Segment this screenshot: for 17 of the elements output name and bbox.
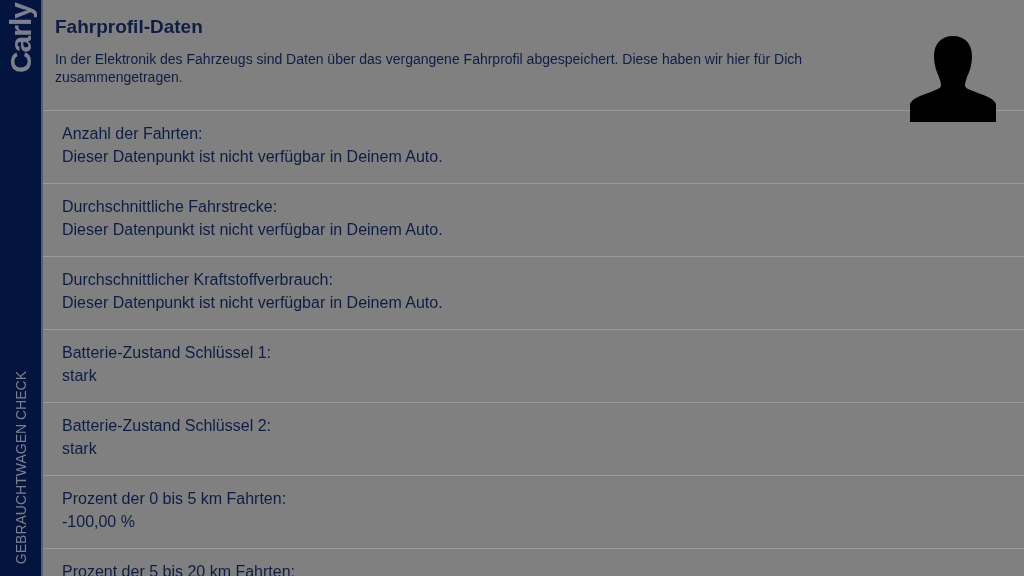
app-caption: GEBRAUCHTWAGEN CHECK — [11, 370, 30, 564]
data-value: stark — [62, 439, 98, 459]
data-label: Batterie-Zustand Schlüssel 2: — [62, 416, 272, 436]
data-label: Prozent der 0 bis 5 km Fahrten: — [62, 489, 288, 509]
data-value: -100,00 % — [62, 512, 136, 532]
data-label: Batterie-Zustand Schlüssel 1: — [62, 343, 272, 363]
person-silhouette-icon — [910, 36, 996, 122]
data-value: Dieser Datenpunkt ist nicht verfügbar in Deinem Auto. — [62, 147, 444, 167]
data-label: Anzahl der Fahrten: — [62, 124, 204, 144]
data-label: Durchschnittliche Fahrstrecke: — [62, 197, 279, 217]
data-value: stark — [62, 366, 98, 386]
data-label: Durchschnittlicher Kraftstoffverbrauch: — [62, 270, 334, 290]
page-title: Fahrprofil-Daten — [55, 15, 204, 39]
app-logo: Carly — [2, 3, 38, 74]
page-description: In der Elektronik des Fahrzeugs sind Daten über das vergangene Fahrprofil abgespeichert. Diese haben wir hier für Dich zusammengetragen. — [55, 50, 804, 86]
data-value: Dieser Datenpunkt ist nicht verfügbar in Deinem Auto. — [62, 220, 444, 240]
data-value: Dieser Datenpunkt ist nicht verfügbar in Deinem Auto. — [62, 293, 444, 313]
